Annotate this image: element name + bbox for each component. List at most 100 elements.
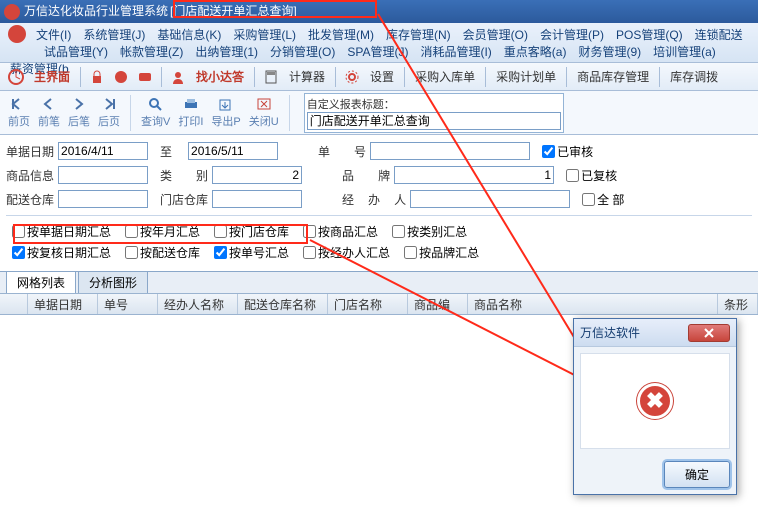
menu-consume[interactable]: 消耗品管理(I) bbox=[420, 43, 491, 60]
window-subtitle: [门店配送开单汇总查询] bbox=[170, 0, 297, 23]
col-no[interactable]: 单号 bbox=[98, 294, 158, 314]
chk-audited[interactable] bbox=[542, 145, 555, 158]
report-title-input[interactable] bbox=[307, 112, 561, 130]
menu-dist[interactable]: 分销管理(O) bbox=[270, 43, 335, 60]
col-date[interactable]: 单据日期 bbox=[28, 294, 98, 314]
person-icon bbox=[169, 68, 187, 86]
menu-purchase[interactable]: 采购管理(L) bbox=[233, 26, 296, 43]
link-stock-transfer[interactable]: 库存调拨 bbox=[670, 68, 718, 85]
title-bar: 万信达化妆品行业管理系统 [门店配送开单汇总查询] bbox=[0, 0, 758, 23]
product-input[interactable] bbox=[58, 166, 148, 184]
main-screen[interactable]: 主界面 bbox=[34, 68, 70, 85]
menu-member[interactable]: 会员管理(O) bbox=[463, 26, 528, 43]
menu-wholesale[interactable]: 批发管理(M) bbox=[308, 26, 374, 43]
chk-s7[interactable] bbox=[125, 246, 138, 259]
col-blank[interactable] bbox=[0, 294, 28, 314]
menu-spa[interactable]: SPA管理(J) bbox=[347, 43, 408, 60]
app-title: 万信达化妆品行业管理系统 bbox=[24, 0, 168, 23]
chat-icon[interactable] bbox=[112, 68, 130, 86]
nav-next[interactable]: 后笔 bbox=[68, 97, 90, 129]
link-stock-mgmt[interactable]: 商品库存管理 bbox=[577, 68, 649, 85]
menu-pos[interactable]: POS管理(Q) bbox=[616, 26, 683, 43]
dialog-ok-button[interactable]: 确定 bbox=[664, 461, 730, 488]
close-icon bbox=[703, 328, 715, 338]
col-store[interactable]: 门店名称 bbox=[328, 294, 408, 314]
settings[interactable]: 设置 bbox=[370, 68, 394, 85]
chk-s6[interactable] bbox=[12, 246, 25, 259]
md-warehouse[interactable] bbox=[212, 190, 302, 208]
col-barcode[interactable]: 条形 bbox=[718, 294, 758, 314]
chk-s3[interactable] bbox=[214, 225, 227, 238]
md-label: 门店仓库 bbox=[160, 191, 208, 208]
chk-s2[interactable] bbox=[125, 225, 138, 238]
tab-grid[interactable]: 网格列表 bbox=[6, 271, 76, 293]
product-label: 商品信息 bbox=[6, 167, 54, 184]
chk-s9[interactable] bbox=[303, 246, 316, 259]
nav-last[interactable]: 后页 bbox=[98, 97, 120, 129]
lock-icon[interactable] bbox=[88, 68, 106, 86]
link-purchase-plan[interactable]: 采购计划单 bbox=[496, 68, 556, 85]
report-title-label: 自定义报表标题： bbox=[307, 96, 561, 112]
link-purchase-in[interactable]: 采购入库单 bbox=[415, 68, 475, 85]
chk-s10[interactable] bbox=[404, 246, 417, 259]
summary-row2: 按复核日期汇总 按配送仓库 按单号汇总 按经办人汇总 按品牌汇总 bbox=[6, 242, 752, 263]
ps-label: 配送仓库 bbox=[6, 191, 54, 208]
calc-icon bbox=[262, 68, 280, 86]
calculator[interactable]: 计算器 bbox=[289, 68, 325, 85]
col-prodname[interactable]: 商品名称 bbox=[468, 294, 718, 314]
nav-first[interactable]: 前页 bbox=[8, 97, 30, 129]
col-operator[interactable]: 经办人名称 bbox=[158, 294, 238, 314]
nav-close[interactable]: 关闭U bbox=[249, 97, 279, 129]
nav-query[interactable]: 查询V bbox=[141, 97, 170, 129]
find-xiaoda[interactable]: 找小达答 bbox=[196, 68, 244, 85]
menu-key[interactable]: 重点客略(a) bbox=[504, 43, 567, 60]
menu-system[interactable]: 系统管理(J) bbox=[83, 26, 145, 43]
menu-train[interactable]: 培训管理(a) bbox=[653, 43, 716, 60]
menu-stock[interactable]: 库存管理(N) bbox=[386, 26, 451, 43]
col-pswh[interactable]: 配送仓库名称 bbox=[238, 294, 328, 314]
summary-row1: 按单据日期汇总 按年月汇总 按门店仓库 按商品汇总 按类别汇总 bbox=[6, 221, 752, 242]
nav-prev[interactable]: 前笔 bbox=[38, 97, 60, 129]
brand-input[interactable] bbox=[394, 166, 554, 184]
toolbar: 主界面 找小达答 计算器 设置 采购入库单 采购计划单 商品库存管理 库存调拨 bbox=[0, 63, 758, 91]
category-input[interactable] bbox=[212, 166, 302, 184]
tabs: 网格列表 分析图形 bbox=[0, 271, 758, 293]
menu-trial[interactable]: 试品管理(Y) bbox=[44, 43, 108, 60]
dialog-close-button[interactable] bbox=[688, 324, 730, 342]
menu-account[interactable]: 会计管理(P) bbox=[540, 26, 604, 43]
nav-row: 前页 前笔 后笔 后页 查询V 打印I 导出P 关闭U 自定义报表标题： bbox=[0, 91, 758, 135]
operator-input[interactable] bbox=[410, 190, 570, 208]
message-dialog: 万信达软件 ✖ 确定 bbox=[573, 318, 737, 495]
ps-warehouse[interactable] bbox=[58, 190, 148, 208]
chk-s1[interactable] bbox=[12, 225, 25, 238]
menu-finance[interactable]: 财务管理(9) bbox=[578, 43, 641, 60]
date-from[interactable] bbox=[58, 142, 148, 160]
error-icon: ✖ bbox=[637, 383, 673, 419]
menu-cashier[interactable]: 出纳管理(1) bbox=[195, 43, 258, 60]
order-no[interactable] bbox=[370, 142, 530, 160]
msg-icon[interactable] bbox=[136, 68, 154, 86]
compass-icon bbox=[7, 68, 25, 86]
nav-print[interactable]: 打印I bbox=[178, 97, 203, 129]
date-to[interactable] bbox=[188, 142, 278, 160]
gear-icon bbox=[343, 68, 361, 86]
chk-s5[interactable] bbox=[392, 225, 405, 238]
app-icon bbox=[4, 4, 20, 20]
menu-file[interactable]: 文件(I) bbox=[36, 26, 71, 43]
date-label: 单据日期 bbox=[6, 143, 54, 160]
tab-chart[interactable]: 分析图形 bbox=[78, 271, 148, 293]
to-label: 至 bbox=[160, 143, 172, 160]
nav-export[interactable]: 导出P bbox=[211, 97, 240, 129]
dialog-title: 万信达软件 bbox=[580, 324, 688, 341]
chk-s4[interactable] bbox=[303, 225, 316, 238]
col-prodcode[interactable]: 商品编 bbox=[408, 294, 468, 314]
menu-chain[interactable]: 连锁配送 bbox=[695, 26, 743, 43]
menu-billing[interactable]: 帐款管理(Z) bbox=[120, 43, 183, 60]
chk-s8[interactable] bbox=[214, 246, 227, 259]
chk-all[interactable] bbox=[582, 193, 595, 206]
menu-basic[interactable]: 基础信息(K) bbox=[157, 26, 221, 43]
grid-header: 单据日期 单号 经办人名称 配送仓库名称 门店名称 商品编 商品名称 条形 bbox=[0, 293, 758, 315]
menu-bar: 文件(I) 系统管理(J) 基础信息(K) 采购管理(L) 批发管理(M) 库存… bbox=[0, 23, 758, 63]
menu-app-icon bbox=[8, 25, 26, 43]
chk-reviewed[interactable] bbox=[566, 169, 579, 182]
